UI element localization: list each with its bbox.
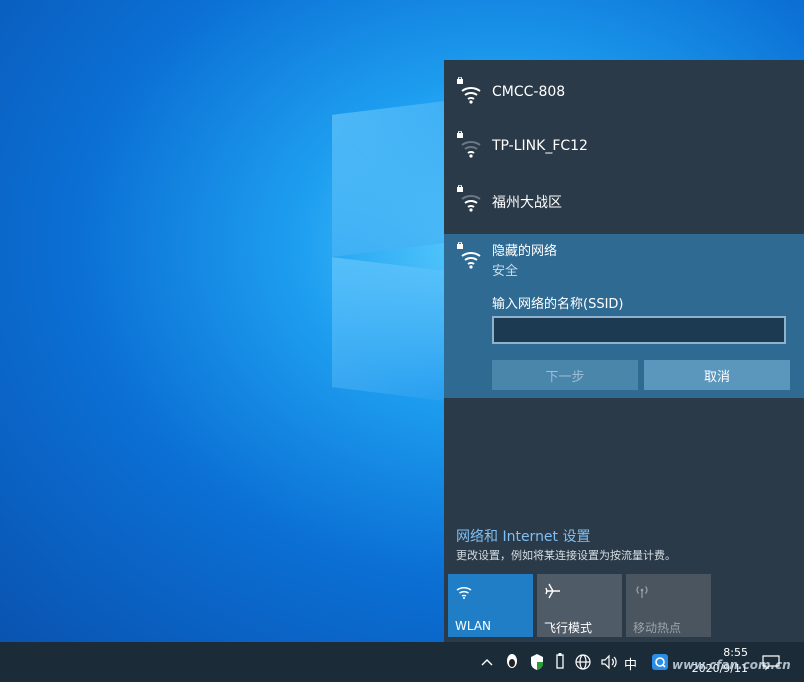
network-item-fuzhou[interactable]: 福州大战区 xyxy=(444,171,804,225)
cancel-button[interactable]: 取消 xyxy=(644,360,790,390)
security-status: 安全 xyxy=(492,264,519,279)
network-name: 福州大战区 xyxy=(492,195,562,211)
qq-penguin-icon[interactable] xyxy=(503,652,521,672)
wifi-icon xyxy=(456,587,472,599)
ssid-input[interactable] xyxy=(492,316,786,344)
chevron-up-icon[interactable] xyxy=(480,652,494,672)
tile-label: 飞行模式 xyxy=(544,621,593,635)
network-settings-link[interactable]: 网络和 Internet 设置 xyxy=(456,526,591,546)
tile-label: WLAN xyxy=(455,619,492,633)
secured-wifi-icon xyxy=(457,131,481,158)
network-flyout: CMCC-808 TP-LINK_FC12 福州大战区 隐藏的网络 安全 输入网… xyxy=(444,60,804,642)
airplane-icon xyxy=(545,583,560,599)
network-item-hidden[interactable]: 隐藏的网络 安全 输入网络的名称(SSID) 下一步 取消 xyxy=(444,234,804,398)
tile-airplane-mode[interactable]: 飞行模式 xyxy=(537,574,622,637)
hotspot-icon xyxy=(636,586,648,598)
network-name: TP-LINK_FC12 xyxy=(492,138,588,154)
search-app-icon[interactable] xyxy=(651,652,669,672)
volume-icon[interactable] xyxy=(599,652,619,672)
globe-network-icon[interactable] xyxy=(574,652,592,672)
network-settings-description: 更改设置，例如将某连接设置为按流量计费。 xyxy=(456,549,676,562)
taskbar: 中 8:55 2020/9/11 www.cfan.com.cn xyxy=(0,642,804,682)
tile-mobile-hotspot[interactable]: 移动热点 xyxy=(626,574,711,637)
input-method-indicator[interactable]: 中 xyxy=(624,654,637,673)
notification-icon[interactable] xyxy=(762,652,780,672)
network-name: 隐藏的网络 xyxy=(492,244,558,259)
tile-wlan[interactable]: WLAN xyxy=(448,574,533,637)
usb-device-icon[interactable] xyxy=(553,652,567,672)
windows-logo-pane xyxy=(332,257,444,401)
ssid-label: 输入网络的名称(SSID) xyxy=(492,297,624,312)
network-item-tplink[interactable]: TP-LINK_FC12 xyxy=(444,117,804,171)
tile-label: 移动热点 xyxy=(633,621,682,635)
secured-wifi-icon xyxy=(457,242,481,269)
security-shield-icon[interactable] xyxy=(528,652,546,672)
secured-wifi-icon xyxy=(457,185,481,212)
windows-logo-pane xyxy=(332,101,444,257)
next-button[interactable]: 下一步 xyxy=(492,360,638,390)
secured-wifi-icon xyxy=(457,77,481,104)
network-name: CMCC-808 xyxy=(492,84,566,100)
network-item-cmcc[interactable]: CMCC-808 xyxy=(444,63,804,117)
